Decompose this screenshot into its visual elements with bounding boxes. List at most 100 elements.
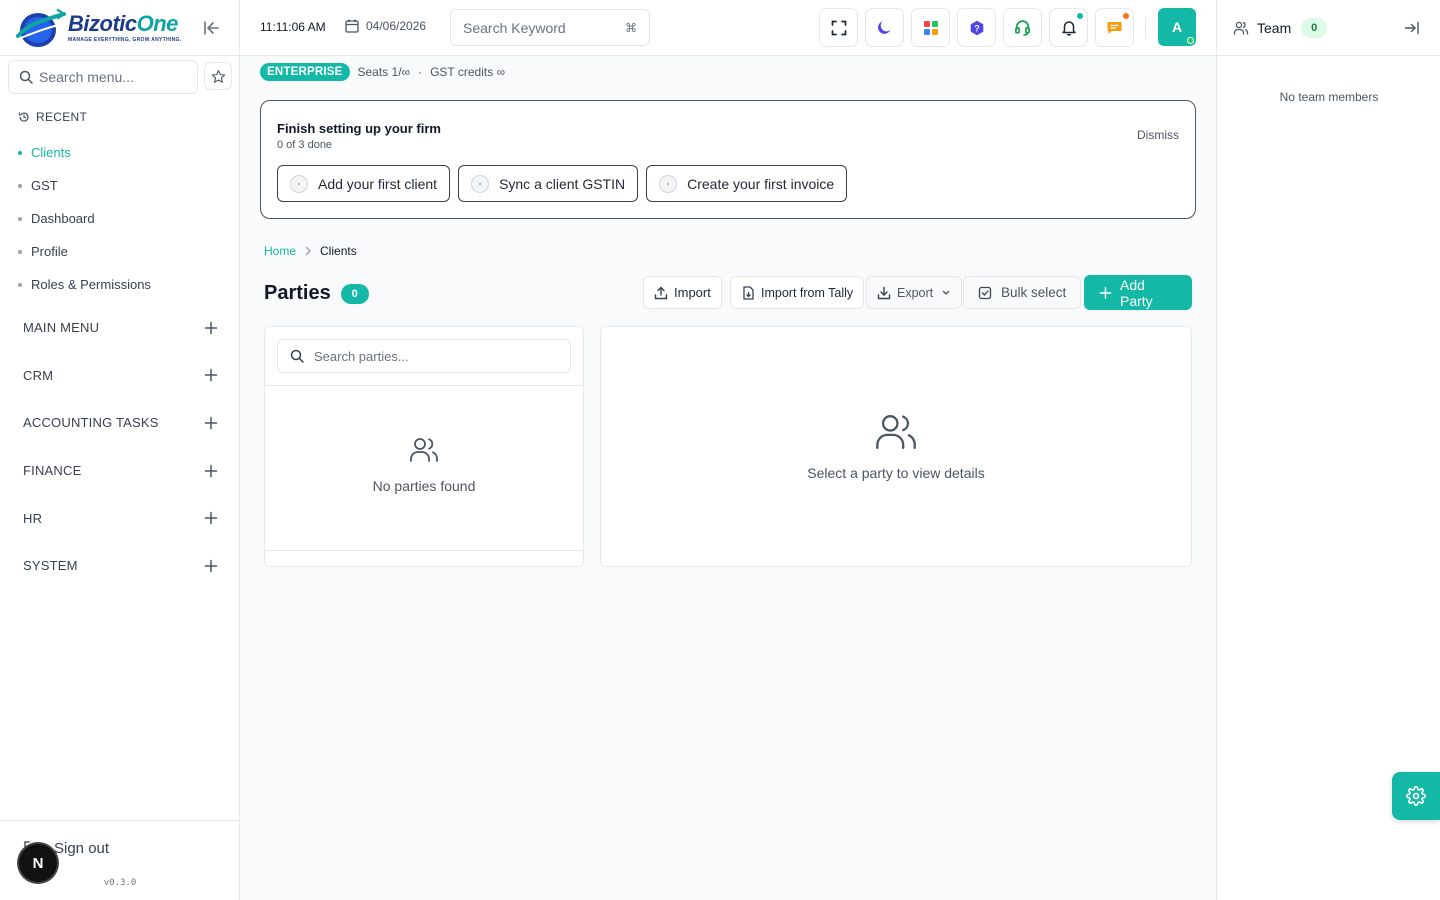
support-button[interactable] (1003, 8, 1042, 47)
search-icon (290, 349, 304, 363)
recent-item-profile[interactable]: Profile (18, 235, 151, 268)
top-bar: 11:11:06 AM 04/06/2026 ⌘ ? A (240, 0, 1216, 56)
divider (265, 385, 583, 386)
step-status-icon (471, 174, 490, 193)
users-icon (410, 438, 438, 462)
chevron-right-icon (305, 246, 312, 256)
settings-fab-button[interactable] (1392, 772, 1440, 820)
download-icon (877, 286, 891, 299)
fullscreen-button[interactable] (819, 8, 858, 47)
recent-item-roles-permissions[interactable]: Roles & Permissions (18, 268, 151, 301)
empty-list-message: No parties found (372, 478, 476, 494)
help-hexagon-icon: ? (970, 20, 983, 35)
message-dot-icon (1123, 13, 1129, 19)
avatar-initial: A (1171, 19, 1183, 35)
team-panel-header: Team 0 (1217, 0, 1440, 56)
divider (265, 550, 583, 551)
page-title-text: Parties (264, 282, 331, 304)
user-avatar[interactable]: A (1158, 8, 1196, 46)
section-crm[interactable]: CRM (23, 352, 218, 400)
breadcrumb: Home Clients (264, 244, 357, 258)
menu-search-input[interactable] (39, 69, 189, 85)
parties-count-badge: 0 (340, 283, 369, 304)
step-create-invoice-button[interactable]: Create your first invoice (646, 165, 848, 202)
recent-item-gst[interactable]: GST (18, 169, 151, 202)
recent-item-label: Dashboard (31, 211, 95, 226)
party-detail-panel: Select a party to view details (600, 326, 1192, 567)
section-label: SYSTEM (23, 558, 78, 574)
step-status-icon (290, 174, 308, 193)
breadcrumb-home-link[interactable]: Home (264, 244, 296, 258)
calendar-icon (345, 19, 359, 33)
import-tally-button[interactable]: Import from Tally (730, 276, 865, 309)
divider (1145, 17, 1146, 39)
menu-search[interactable] (8, 60, 198, 94)
gst-credits-info: GST credits ∞ (430, 65, 506, 79)
section-main-menu[interactable]: MAIN MENU (23, 304, 218, 352)
breadcrumb-current: Clients (320, 244, 357, 258)
collapse-sidebar-icon[interactable] (202, 19, 220, 37)
dev-tools-badge[interactable]: N (19, 844, 57, 882)
plus-icon (204, 369, 218, 382)
bullet-dot-icon (18, 183, 22, 188)
favorites-button[interactable] (204, 62, 232, 90)
section-label: MAIN MENU (23, 320, 100, 336)
apps-button[interactable] (911, 8, 950, 47)
section-system[interactable]: SYSTEM (23, 542, 218, 590)
plus-icon (1099, 286, 1112, 299)
export-dropdown[interactable]: Export (866, 276, 963, 309)
section-label: ACCOUNTING TASKS (23, 415, 159, 431)
setup-checklist-card: Finish setting up your firm 0 of 3 done … (260, 100, 1196, 219)
step-label: Create your first invoice (687, 175, 835, 192)
plan-badge: ENTERPRISE (260, 63, 350, 81)
step-label: Add your first client (318, 175, 438, 192)
command-key-icon: ⌘ (625, 20, 637, 35)
step-sync-gstin-button[interactable]: Sync a client GSTIN (458, 165, 639, 202)
bullet-dot-icon (18, 216, 22, 221)
bulk-select-label: Bulk select (1001, 285, 1067, 300)
search-icon (19, 70, 33, 84)
sidebar-footer: Sign out N v0.3.0 (0, 820, 240, 900)
help-button[interactable]: ? (957, 8, 996, 47)
recent-item-label: GST (31, 178, 58, 193)
recent-item-dashboard[interactable]: Dashboard (18, 202, 151, 235)
recent-item-label: Profile (31, 244, 68, 259)
keyword-search[interactable]: ⌘ (450, 9, 650, 46)
import-button[interactable]: Import (643, 276, 722, 309)
brand-name: BizoticOne (68, 12, 181, 36)
empty-detail-state: Select a party to view details (601, 409, 1191, 481)
setup-steps: Add your first client Sync a client GSTI… (277, 165, 848, 202)
plus-icon (204, 511, 218, 525)
brand-name-main: Bizotic (68, 11, 137, 36)
recent-item-clients[interactable]: Clients (18, 136, 151, 169)
recent-item-label: Clients (31, 145, 71, 160)
bulk-select-button[interactable]: Bulk select (963, 276, 1082, 309)
step-add-client-button[interactable]: Add your first client (277, 165, 451, 202)
collapse-panel-icon[interactable] (1404, 20, 1420, 36)
theme-toggle-button[interactable] (865, 8, 904, 47)
dismiss-button[interactable]: Dismiss (1137, 128, 1179, 142)
section-label: HR (23, 510, 43, 526)
empty-detail-message: Select a party to view details (807, 465, 985, 481)
brand-logo-icon[interactable] (14, 6, 66, 50)
svg-text:?: ? (974, 23, 980, 33)
section-hr[interactable]: HR (23, 494, 218, 542)
app-version: v0.3.0 (103, 878, 137, 888)
messages-button[interactable] (1095, 8, 1134, 47)
sign-out-label: Sign out (54, 839, 110, 857)
parties-list-panel: No parties found (264, 326, 584, 567)
setup-progress: 0 of 3 done (277, 139, 333, 151)
import-label: Import (674, 285, 711, 300)
separator: · (418, 65, 423, 79)
section-accounting-tasks[interactable]: ACCOUNTING TASKS (23, 399, 218, 447)
recent-heading-label: RECENT (36, 110, 88, 124)
online-status-icon (1187, 37, 1194, 44)
section-finance[interactable]: FINANCE (23, 447, 218, 495)
keyword-search-input[interactable] (463, 19, 613, 36)
notifications-button[interactable] (1049, 8, 1088, 47)
parties-search[interactable] (277, 339, 571, 373)
parties-search-input[interactable] (314, 348, 554, 364)
add-party-button[interactable]: Add Party (1084, 275, 1192, 310)
plan-info: ENTERPRISE Seats 1/∞ · GST credits ∞ (260, 63, 505, 81)
plus-icon (204, 464, 218, 477)
